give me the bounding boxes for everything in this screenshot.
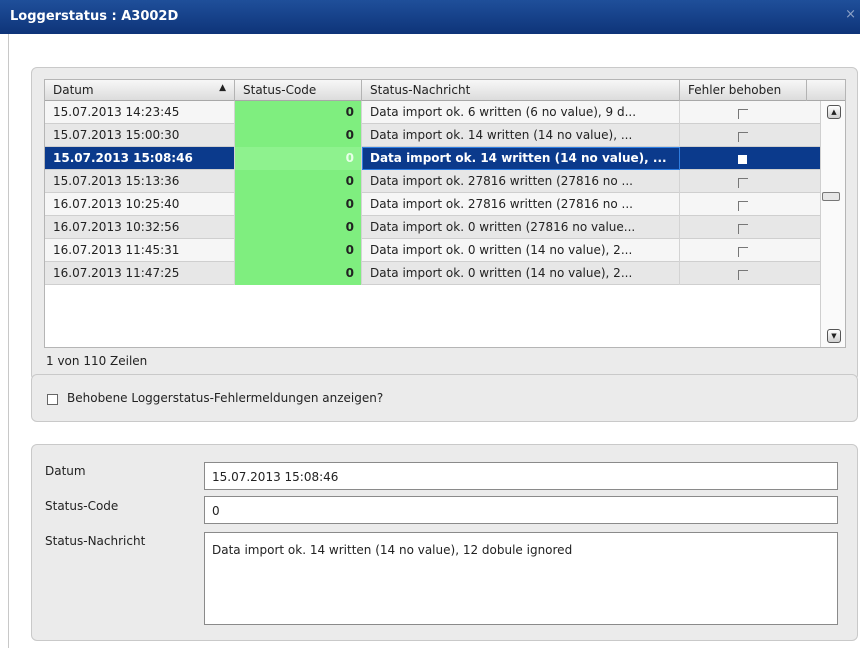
datum-field[interactable]: 15.07.2013 15:08:46 — [204, 462, 838, 490]
cell-fehler-behoben — [680, 124, 820, 147]
fixed-checkbox[interactable] — [738, 224, 748, 234]
datum-label: Datum — [45, 464, 86, 478]
cell-status-message: Data import ok. 14 written (14 no value)… — [362, 124, 680, 147]
status-code-field[interactable]: 0 — [204, 496, 838, 524]
cell-datum: 15.07.2013 14:23:45 — [45, 101, 235, 124]
table-row[interactable]: 16.07.2013 10:25:40 0 Data import ok. 2781… — [45, 193, 820, 216]
column-header-datum[interactable]: Datum ▲ — [45, 80, 235, 101]
cell-datum: 15.07.2013 15:08:46 — [45, 147, 235, 170]
cell-status-message: Data import ok. 14 written (14 no value)… — [362, 147, 680, 170]
table-row[interactable]: 15.07.2013 15:08:46 0 Data import ok. 14 w… — [45, 147, 820, 170]
row-count: 1 von 110 Zeilen — [46, 354, 148, 368]
cell-status-code: 0 — [235, 239, 362, 262]
window-title: Loggerstatus : A3002D — [10, 9, 179, 24]
status-code-label: Status-Code — [45, 499, 119, 513]
fixed-checkbox[interactable] — [738, 247, 748, 257]
table-row[interactable]: 15.07.2013 15:00:30 0 Data import ok. 14 w… — [45, 124, 820, 147]
close-icon[interactable]: × — [845, 7, 856, 22]
fixed-checkbox[interactable] — [738, 109, 748, 119]
cell-status-message: Data import ok. 0 written (14 no value),… — [362, 262, 680, 285]
cell-status-code: 0 — [235, 124, 362, 147]
status-message-label: Status-Nachricht — [45, 534, 146, 548]
table-row[interactable]: 16.07.2013 10:32:56 0 Data import ok. 0 wr… — [45, 216, 820, 239]
column-header-label: Datum — [53, 83, 94, 97]
table-row[interactable]: 15.07.2013 14:23:45 0 Data import ok. 6 wr… — [45, 101, 820, 124]
status-grid-panel: Datum ▲ Status-Code Status-Nachricht Feh… — [31, 67, 858, 381]
fixed-checkbox[interactable] — [738, 270, 748, 280]
column-header-status-nachricht[interactable]: Status-Nachricht — [362, 80, 680, 101]
cell-fehler-behoben — [680, 147, 820, 170]
fixed-checkbox[interactable] — [738, 155, 747, 164]
scrollbar-thumb[interactable] — [822, 192, 840, 201]
cell-fehler-behoben — [680, 239, 820, 262]
show-fixed-checkbox[interactable] — [47, 394, 58, 405]
cell-status-message: Data import ok. 6 written (6 no value), … — [362, 101, 680, 124]
column-header-label: Status-Code — [243, 83, 317, 97]
fixed-checkbox[interactable] — [738, 178, 748, 188]
cell-datum: 16.07.2013 10:32:56 — [45, 216, 235, 239]
column-header-label: Status-Nachricht — [370, 83, 471, 97]
table-row[interactable]: 16.07.2013 11:45:31 0 Data import ok. 0 wr… — [45, 239, 820, 262]
details-panel: Datum 15.07.2013 15:08:46 Status-Code 0 … — [31, 444, 858, 641]
cell-fehler-behoben — [680, 170, 820, 193]
table-row[interactable]: 16.07.2013 11:47:25 0 Data import ok. 0 wr… — [45, 262, 820, 285]
cell-fehler-behoben — [680, 101, 820, 124]
cell-datum: 16.07.2013 11:45:31 — [45, 239, 235, 262]
status-message-field[interactable]: Data import ok. 14 written (14 no value)… — [204, 532, 838, 625]
cell-datum: 16.07.2013 10:25:40 — [45, 193, 235, 216]
fixed-checkbox[interactable] — [738, 201, 748, 211]
filter-panel: Behobene Loggerstatus-Fehlermeldungen an… — [31, 374, 858, 422]
cell-fehler-behoben — [680, 193, 820, 216]
cell-status-code: 0 — [235, 101, 362, 124]
cell-status-message: Data import ok. 0 written (14 no value),… — [362, 239, 680, 262]
grid-scrollbar[interactable]: ▲ ▼ — [820, 101, 845, 347]
cell-status-code: 0 — [235, 262, 362, 285]
grid-header: Datum ▲ Status-Code Status-Nachricht Feh… — [45, 80, 845, 101]
scroll-down-icon[interactable]: ▼ — [827, 329, 841, 343]
cell-fehler-behoben — [680, 216, 820, 239]
column-header-fehler-behoben[interactable]: Fehler behoben — [680, 80, 807, 101]
column-header-label: Fehler behoben — [688, 83, 782, 97]
cell-status-code: 0 — [235, 147, 362, 170]
cell-status-code: 0 — [235, 193, 362, 216]
fixed-checkbox[interactable] — [738, 132, 748, 142]
cell-fehler-behoben — [680, 262, 820, 285]
cell-status-message: Data import ok. 27816 written (27816 no … — [362, 170, 680, 193]
cell-status-code: 0 — [235, 170, 362, 193]
cell-datum: 15.07.2013 15:00:30 — [45, 124, 235, 147]
status-grid: Datum ▲ Status-Code Status-Nachricht Feh… — [44, 79, 846, 348]
cell-datum: 15.07.2013 15:13:36 — [45, 170, 235, 193]
sort-ascending-icon: ▲ — [219, 83, 226, 93]
cell-status-message: Data import ok. 27816 written (27816 no … — [362, 193, 680, 216]
cell-status-message: Data import ok. 0 written (27816 no valu… — [362, 216, 680, 239]
cell-datum: 16.07.2013 11:47:25 — [45, 262, 235, 285]
show-fixed-label[interactable]: Behobene Loggerstatus-Fehlermeldungen an… — [67, 391, 383, 405]
dialog-body: Datum ▲ Status-Code Status-Nachricht Feh… — [8, 34, 860, 648]
column-header-status-code[interactable]: Status-Code — [235, 80, 362, 101]
table-row[interactable]: 15.07.2013 15:13:36 0 Data import ok. 2781… — [45, 170, 820, 193]
cell-status-code: 0 — [235, 216, 362, 239]
window-titlebar: Loggerstatus : A3002D × — [0, 0, 860, 34]
scroll-up-icon[interactable]: ▲ — [827, 105, 841, 119]
